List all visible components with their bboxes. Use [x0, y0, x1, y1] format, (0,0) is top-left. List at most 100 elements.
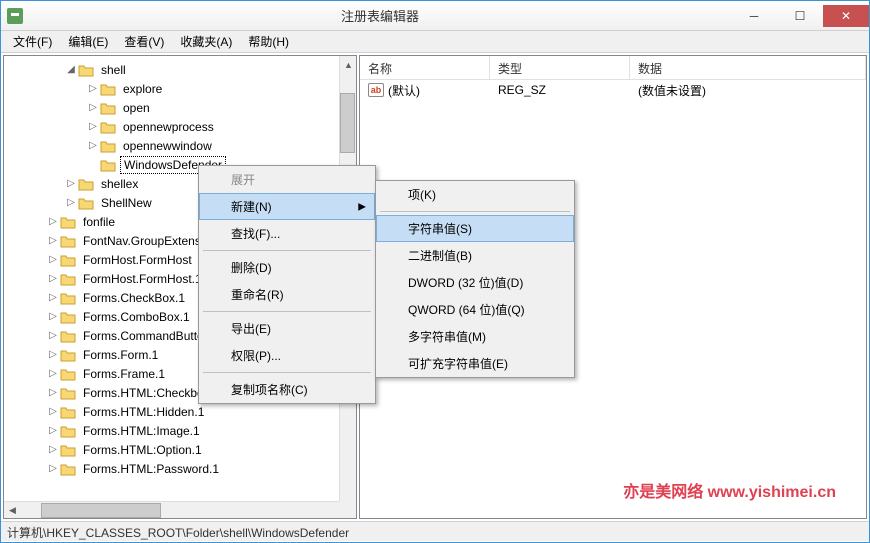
tree-label: Forms.HTML:Image.1 [80, 423, 203, 439]
sub-qword[interactable]: QWORD (64 位)值(Q) [376, 296, 574, 323]
expand-icon[interactable]: ▷ [86, 82, 100, 96]
column-type[interactable]: 类型 [490, 56, 630, 79]
ctx-delete[interactable]: 删除(D) [199, 254, 375, 281]
tree-label: shell [98, 62, 129, 78]
expand-icon[interactable]: ▷ [46, 443, 60, 457]
expand-icon[interactable]: ▷ [46, 329, 60, 343]
expand-icon[interactable]: ▷ [46, 310, 60, 324]
expand-icon[interactable]: ▷ [46, 234, 60, 248]
scroll-thumb[interactable] [41, 503, 161, 518]
value-name: (默认) [388, 82, 420, 99]
tree-item-htmlhidden[interactable]: ▷ Forms.HTML:Hidden.1 [4, 402, 356, 421]
cell-data: (数值未设置) [630, 80, 866, 101]
tree-item-explore[interactable]: ▷ explore [4, 79, 356, 98]
folder-icon [100, 139, 116, 153]
list-header: 名称 类型 数据 [360, 56, 866, 80]
sub-multistring[interactable]: 多字符串值(M) [376, 323, 574, 350]
ctx-find[interactable]: 查找(F)... [199, 220, 375, 247]
expand-icon[interactable]: ▷ [86, 101, 100, 115]
expand-icon[interactable]: ▷ [46, 405, 60, 419]
sub-binary[interactable]: 二进制值(B) [376, 242, 574, 269]
folder-icon [60, 386, 76, 400]
sub-dword[interactable]: DWORD (32 位)值(D) [376, 269, 574, 296]
tree-label: opennewwindow [120, 138, 215, 154]
sub-string[interactable]: 字符串值(S) [376, 215, 574, 242]
folder-icon [60, 272, 76, 286]
scroll-thumb[interactable] [340, 93, 355, 153]
folder-icon [60, 291, 76, 305]
expand-icon[interactable]: ▷ [46, 253, 60, 267]
folder-icon [60, 405, 76, 419]
menu-view[interactable]: 查看(V) [116, 31, 172, 52]
tree-item-htmlimage[interactable]: ▷ Forms.HTML:Image.1 [4, 421, 356, 440]
window-title: 注册表编辑器 [29, 6, 731, 25]
separator [203, 311, 371, 312]
app-icon [7, 8, 23, 24]
tree-item-opennewprocess[interactable]: ▷opennewprocess [4, 117, 356, 136]
tree-label: FormHost.FormHost.1 [80, 271, 205, 287]
folder-icon [78, 196, 94, 210]
tree-label: Forms.Form.1 [80, 347, 161, 363]
tree-label: fonfile [80, 214, 118, 230]
expand-icon[interactable]: ▷ [46, 348, 60, 362]
column-name[interactable]: 名称 [360, 56, 490, 79]
folder-icon [60, 443, 76, 457]
folder-icon [60, 348, 76, 362]
menu-edit[interactable]: 编辑(E) [60, 31, 116, 52]
expand-icon[interactable]: ▷ [46, 272, 60, 286]
ctx-export[interactable]: 导出(E) [199, 315, 375, 342]
separator [380, 211, 570, 212]
menu-help[interactable]: 帮助(H) [240, 31, 297, 52]
sub-expandable[interactable]: 可扩充字符串值(E) [376, 350, 574, 377]
horizontal-scrollbar[interactable]: ◀ [4, 501, 339, 518]
tree-label: Forms.HTML:Password.1 [80, 461, 222, 477]
expand-icon[interactable]: ▷ [46, 386, 60, 400]
expand-icon[interactable]: ▷ [46, 424, 60, 438]
expand-icon[interactable]: ▷ [46, 215, 60, 229]
tree-label: Forms.HTML:Hidden.1 [80, 404, 207, 420]
sub-key[interactable]: 项(K) [376, 181, 574, 208]
ctx-copykey[interactable]: 复制项名称(C) [199, 376, 375, 403]
folder-icon [60, 329, 76, 343]
column-data[interactable]: 数据 [630, 56, 866, 79]
menu-favorites[interactable]: 收藏夹(A) [172, 31, 240, 52]
tree-label: shellex [98, 176, 141, 192]
expand-icon[interactable]: ▷ [46, 462, 60, 476]
collapse-icon[interactable]: ◢ [64, 63, 78, 77]
tree-item-htmloption[interactable]: ▷ Forms.HTML:Option.1 [4, 440, 356, 459]
maximize-button[interactable]: ☐ [777, 5, 823, 27]
tree-item-opennewwindow[interactable]: ▷ opennewwindow [4, 136, 356, 155]
expand-icon[interactable]: ▷ [64, 177, 78, 191]
close-button[interactable]: ✕ [823, 5, 869, 27]
expand-icon[interactable]: ▷ [64, 196, 78, 210]
ctx-permissions[interactable]: 权限(P)... [199, 342, 375, 369]
folder-icon [60, 215, 76, 229]
expand-icon[interactable]: ▷ [86, 139, 100, 153]
folder-icon [60, 310, 76, 324]
expand-icon[interactable]: ▷ [46, 291, 60, 305]
scroll-left-icon[interactable]: ◀ [4, 502, 21, 519]
ctx-expand[interactable]: 展开 [199, 166, 375, 193]
expand-icon[interactable]: ▷ [46, 367, 60, 381]
ctx-rename[interactable]: 重命名(R) [199, 281, 375, 308]
minimize-button[interactable]: ─ [731, 5, 777, 27]
folder-icon [100, 82, 116, 96]
separator [203, 372, 371, 373]
folder-icon [100, 158, 116, 172]
tree-item-open[interactable]: ▷open [4, 98, 356, 117]
folder-icon [100, 101, 116, 115]
ctx-new[interactable]: 新建(N)▶ [199, 193, 375, 220]
folder-icon [60, 424, 76, 438]
menu-file[interactable]: 文件(F) [5, 31, 60, 52]
tree-item-shell[interactable]: ◢ shell [4, 60, 356, 79]
tree-item-htmlpassword[interactable]: ▷ Forms.HTML:Password.1 [4, 459, 356, 478]
tree-label: Forms.HTML:Option.1 [80, 442, 205, 458]
cell-type: REG_SZ [490, 81, 630, 99]
folder-icon [60, 253, 76, 267]
scroll-up-icon[interactable]: ▲ [340, 56, 357, 73]
tree-label: explore [120, 81, 165, 97]
list-row-default[interactable]: ab(默认) REG_SZ (数值未设置) [360, 80, 866, 100]
expand-icon[interactable]: ▷ [86, 120, 100, 134]
window-controls: ─ ☐ ✕ [731, 5, 869, 27]
new-submenu: 项(K) 字符串值(S) 二进制值(B) DWORD (32 位)值(D) QW… [375, 180, 575, 378]
